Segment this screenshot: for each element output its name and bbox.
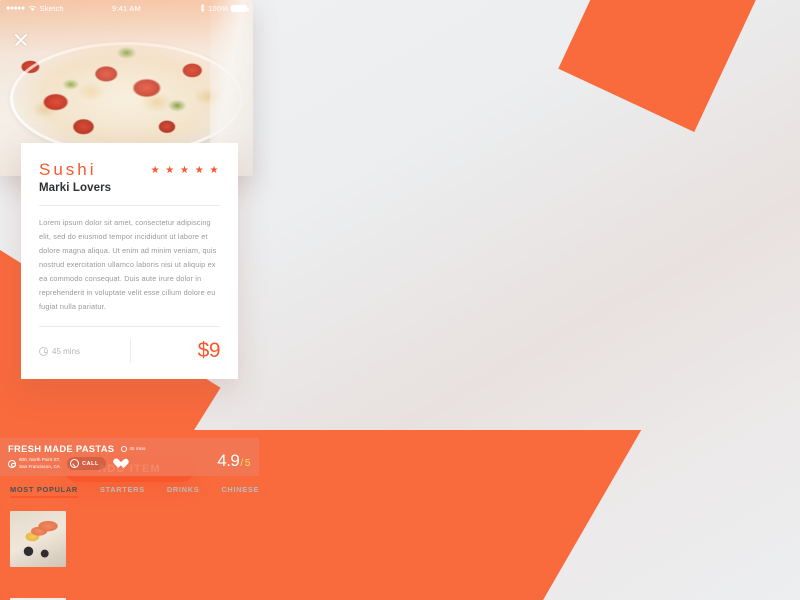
- address-line-1: 800, North Point ST,: [19, 457, 61, 463]
- dish-prep-time: 45 mins: [39, 346, 130, 356]
- signal-dots-icon: ●●●●●: [6, 4, 25, 12]
- decorative-orange-diagonal-top-right: [558, 0, 800, 133]
- dish-rating-stars: ★ ★ ★ ★ ★: [150, 164, 220, 176]
- address-line-2: San Franciscon, CA: [19, 463, 60, 469]
- close-icon[interactable]: [13, 32, 29, 48]
- status-bar: ●●●●● Sketch 9:41 AM 100%: [0, 0, 253, 16]
- dish-price: $9: [197, 339, 221, 362]
- clock-icon: [39, 346, 48, 356]
- phone-icon: [70, 459, 80, 468]
- tab-drinks[interactable]: DRINKS: [167, 476, 200, 502]
- divider: [39, 205, 220, 206]
- dish-card-header: Sushi ★ ★ ★ ★ ★: [39, 160, 220, 180]
- clock-icon: [121, 445, 128, 452]
- dish-title: Sushi: [39, 160, 97, 179]
- battery-percent: 100%: [208, 3, 228, 13]
- restaurant-prep-time: 45 mins: [121, 445, 146, 452]
- heart-icon[interactable]: [113, 459, 124, 469]
- restaurant-name: FRESH MADE PASTAS: [8, 443, 115, 454]
- location-pin-icon: [8, 459, 16, 468]
- dish-meta-row: 45 mins $9: [39, 326, 220, 363]
- dish-info-card: Sushi ★ ★ ★ ★ ★ Marki Lovers Lorem ipsum…: [21, 143, 238, 379]
- tab-chinese[interactable]: CHINESE: [221, 476, 259, 502]
- dish-description: Lorem ipsum dolor sit amet, consectetur …: [39, 218, 217, 311]
- rating-max: / 5: [240, 458, 250, 469]
- rating-value: 4.9: [217, 451, 240, 470]
- prep-time-label: 45 mins: [129, 446, 146, 451]
- tab-starters[interactable]: STARTERS: [100, 476, 145, 502]
- tab-most-popular[interactable]: MOST POPULAR: [10, 476, 78, 502]
- screenshot-canvas: ●●●●● Sketch 9:41 AM 100% Sushi ★ ★ ★ ★ …: [0, 0, 800, 600]
- restaurant-address: 800, North Point ST, San Franciscon, CA: [8, 457, 60, 469]
- restaurant-info-strip: FRESH MADE PASTAS 45 mins 800, North Poi…: [0, 438, 259, 476]
- prep-time-label: 45 mins: [52, 346, 81, 356]
- battery-icon: [231, 4, 249, 12]
- carrier-label: Sketch: [39, 3, 64, 13]
- wifi-icon: [28, 5, 36, 11]
- dish-detail-screen: ●●●●● Sketch 9:41 AM 100% Sushi ★ ★ ★ ★ …: [0, 0, 253, 482]
- bluetooth-icon: [200, 4, 205, 12]
- address-lines: 800, North Point ST, San Franciscon, CA: [19, 457, 60, 469]
- sushi-thumbnail: [10, 511, 66, 567]
- dish-subtitle: Marki Lovers: [39, 182, 112, 194]
- call-label: CALL: [82, 460, 99, 467]
- status-bar-left: ●●●●● Sketch: [6, 4, 64, 13]
- call-button[interactable]: CALL: [67, 457, 106, 470]
- status-bar-right: 100%: [200, 3, 249, 13]
- restaurant-name-row: FRESH MADE PASTAS 45 mins: [8, 443, 251, 454]
- restaurant-contact-row: 800, North Point ST, San Franciscon, CA …: [8, 457, 251, 470]
- restaurant-rating: 4.9/ 5: [217, 451, 250, 471]
